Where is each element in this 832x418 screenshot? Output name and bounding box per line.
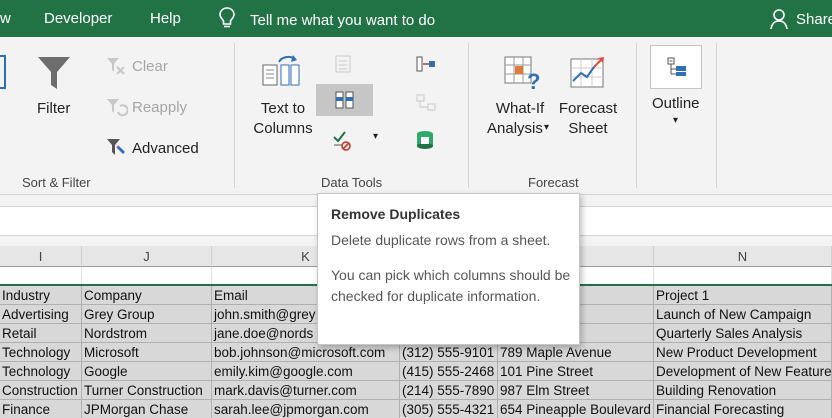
group-divider: [716, 43, 717, 188]
tab-developer[interactable]: Developer: [44, 10, 112, 27]
consolidate-icon[interactable]: [416, 55, 436, 73]
flash-fill-icon[interactable]: [334, 54, 354, 74]
tooltip-title: Remove Duplicates: [331, 206, 461, 222]
table-cell[interactable]: (312) 555-9101: [400, 343, 498, 362]
table-cell[interactable]: 789 Maple Avenue: [498, 343, 654, 362]
tab-help[interactable]: Help: [150, 10, 181, 27]
share-label: Share: [796, 10, 832, 28]
forecast-sheet-label-1[interactable]: Forecast: [556, 100, 620, 117]
advanced-button[interactable]: Advanced: [132, 140, 199, 157]
table-cell[interactable]: Finance: [0, 400, 82, 418]
table-cell[interactable]: Retail: [0, 324, 82, 343]
column-header-n[interactable]: N: [654, 246, 832, 267]
table-cell[interactable]: 101 Pine Street: [498, 362, 654, 381]
tooltip-details: You can pick which columns should be che…: [331, 267, 571, 304]
table-cell[interactable]: 654 Pineapple Boulevard: [498, 400, 654, 418]
data-validation-dropdown-chevron-icon[interactable]: ▾: [373, 131, 378, 142]
lightbulb-icon: [219, 7, 235, 28]
forecast-sheet-label-2[interactable]: Sheet: [556, 120, 620, 137]
clear-button[interactable]: Clear: [132, 58, 168, 75]
table-cell[interactable]: Grey Group: [82, 305, 212, 324]
table-cell[interactable]: Company: [82, 286, 212, 305]
sort-icon[interactable]: [0, 55, 6, 89]
tooltip-description: Delete duplicate rows from a sheet.: [331, 232, 551, 248]
tell-me-text: Tell me what you want to do: [250, 11, 436, 29]
person-icon: [770, 9, 788, 30]
table-cell[interactable]: Technology: [0, 362, 82, 381]
filter-icon[interactable]: [36, 54, 72, 92]
clear-filter-icon[interactable]: [106, 56, 126, 76]
manage-data-model-icon[interactable]: [414, 129, 436, 151]
table-cell[interactable]: JPMorgan Chase: [82, 400, 212, 418]
table-cell[interactable]: Project 1: [654, 286, 832, 305]
tell-me-box[interactable]: Tell me what you want to do: [218, 6, 435, 30]
table-cell[interactable]: Construction: [0, 381, 82, 400]
table-cell[interactable]: Launch of New Campaign: [654, 305, 832, 324]
filter-button[interactable]: Filter: [37, 100, 70, 117]
group-divider: [468, 43, 469, 188]
data-tools-group-label: Data Tools: [321, 175, 383, 190]
column-header-i[interactable]: I: [0, 246, 82, 267]
table-cell[interactable]: Turner Construction: [82, 381, 212, 400]
what-if-analysis-label-1[interactable]: What-If: [486, 100, 554, 117]
remove-duplicates-icon: [335, 91, 354, 109]
table-cell[interactable]: (415) 555-2468: [400, 362, 498, 381]
svg-text:?: ?: [527, 69, 540, 93]
table-cell[interactable]: (214) 555-7890: [400, 381, 498, 400]
outline-icon: [667, 57, 686, 76]
table-cell[interactable]: sarah.lee@jpmorgan.com: [212, 400, 400, 418]
outline-dropdown-chevron-icon[interactable]: ▾: [673, 115, 678, 126]
group-divider: [636, 43, 637, 188]
what-if-analysis-label-2[interactable]: Analysis: [487, 120, 543, 137]
table-cell[interactable]: Financial Forecasting: [654, 400, 832, 418]
ribbon-tab-bar: w Developer Help Tell me what you want t…: [0, 0, 832, 37]
table-cell[interactable]: mark.davis@turner.com: [212, 381, 400, 400]
table-cell[interactable]: Nordstrom: [82, 324, 212, 343]
forecast-sheet-icon[interactable]: [569, 55, 607, 91]
table-cell[interactable]: Quarterly Sales Analysis: [654, 324, 832, 343]
what-if-dropdown-chevron-icon[interactable]: ▾: [544, 122, 549, 133]
forecast-group-label: Forecast: [528, 175, 579, 190]
share-button[interactable]: Share: [770, 8, 832, 30]
table-cell[interactable]: Industry: [0, 286, 82, 305]
column-header-j[interactable]: J: [82, 246, 212, 267]
table-cell[interactable]: (305) 555-4321: [400, 400, 498, 418]
table-cell[interactable]: Development of New Feature: [654, 362, 832, 381]
outline-button[interactable]: [650, 45, 702, 89]
table-cell[interactable]: New Product Development: [654, 343, 832, 362]
relationships-icon[interactable]: [416, 94, 436, 112]
what-if-analysis-icon[interactable]: ?: [503, 55, 543, 93]
table-cell[interactable]: bob.johnson@microsoft.com: [212, 343, 400, 362]
advanced-filter-icon[interactable]: [106, 137, 128, 159]
table-cell[interactable]: Technology: [0, 343, 82, 362]
text-to-columns-label-1[interactable]: Text to: [248, 100, 318, 117]
table-cell[interactable]: Microsoft: [82, 343, 212, 362]
remove-duplicates-tooltip: Remove Duplicates Delete duplicate rows …: [317, 193, 580, 345]
table-cell[interactable]: emily.kim@google.com: [212, 362, 400, 381]
group-divider: [234, 43, 235, 188]
tab-view-partial[interactable]: w: [0, 10, 11, 27]
table-cell[interactable]: Building Renovation: [654, 381, 832, 400]
reapply-button[interactable]: Reapply: [132, 99, 187, 116]
outline-label[interactable]: Outline: [652, 95, 700, 112]
sort-filter-group-label: Sort & Filter: [22, 175, 91, 190]
table-cell[interactable]: Google: [82, 362, 212, 381]
remove-duplicates-button[interactable]: [316, 84, 373, 116]
ribbon: Filter Clear Reapply Advanced Sort & Fil…: [0, 37, 832, 195]
reapply-filter-icon[interactable]: [106, 97, 128, 117]
data-validation-icon[interactable]: [331, 129, 353, 151]
text-to-columns-icon[interactable]: [261, 53, 303, 89]
table-cell[interactable]: 987 Elm Street: [498, 381, 654, 400]
table-cell[interactable]: Advertising: [0, 305, 82, 324]
text-to-columns-label-2[interactable]: Columns: [248, 120, 318, 137]
